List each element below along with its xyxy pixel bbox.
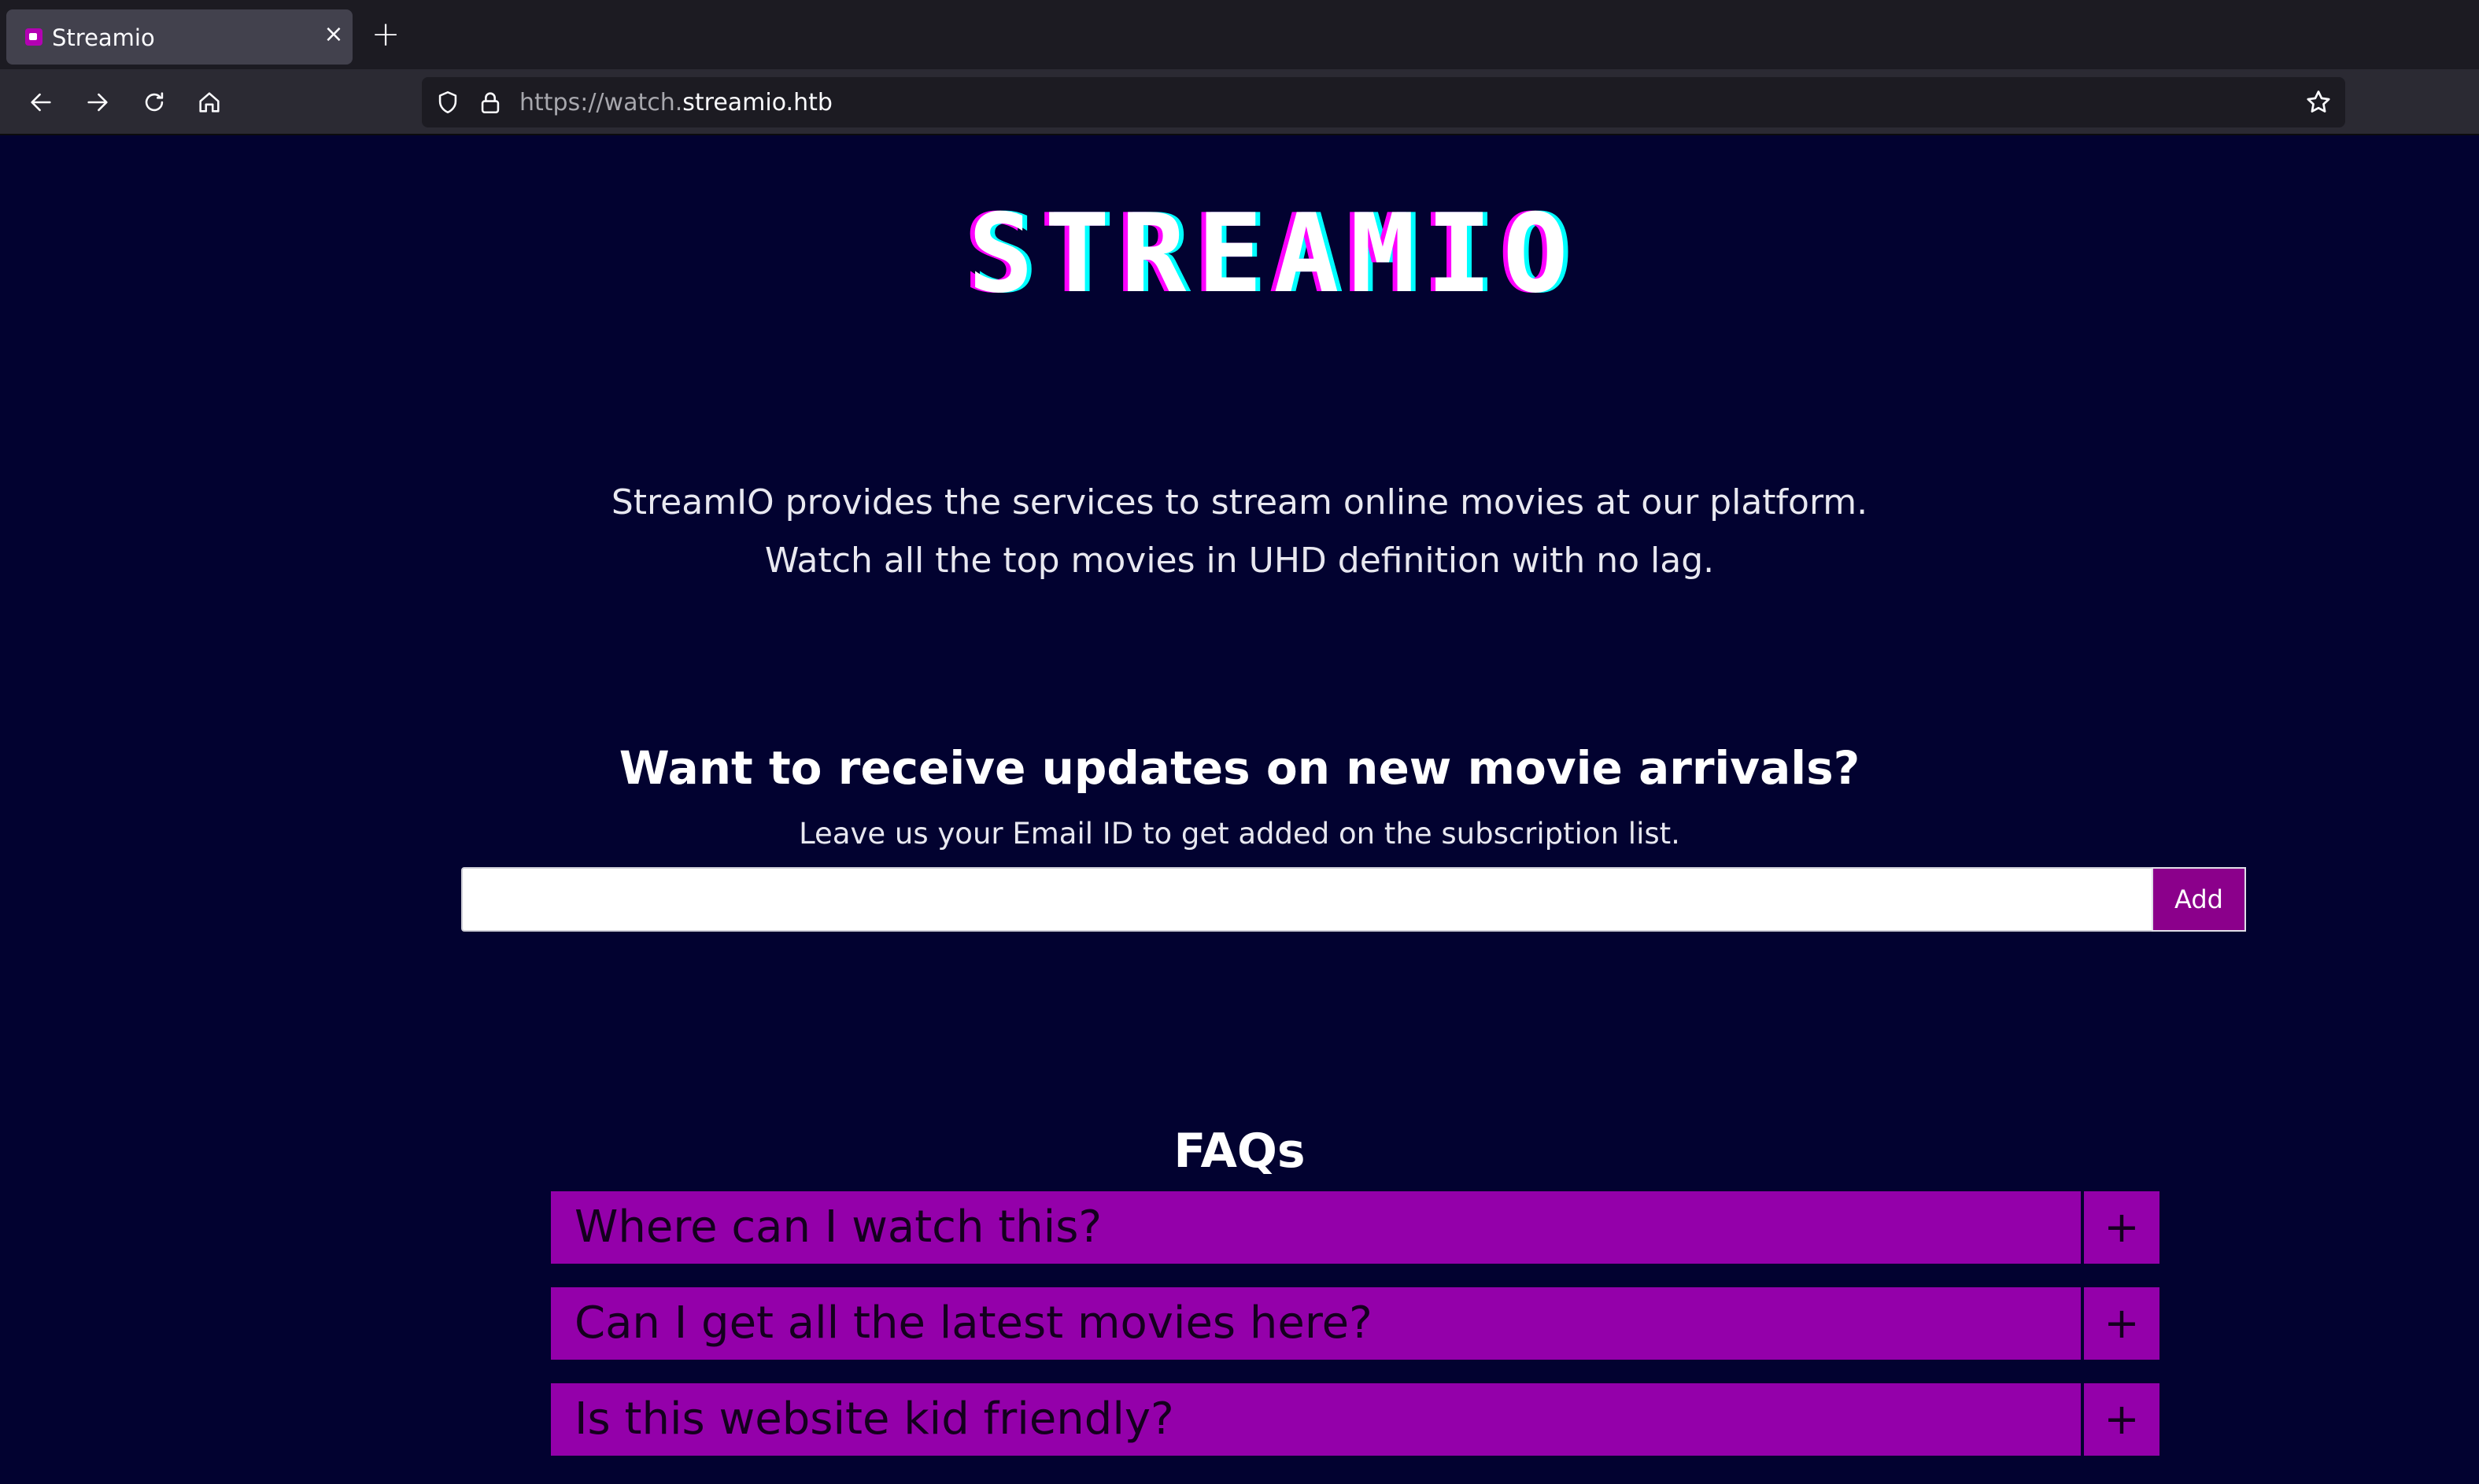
- subscribe-subheading: Leave us your Email ID to get added on t…: [799, 817, 1680, 851]
- subscribe-heading: Want to receive updates on new movie arr…: [619, 741, 1860, 795]
- back-button[interactable]: [24, 85, 58, 120]
- site-favicon-icon: [25, 28, 42, 46]
- home-button[interactable]: [192, 85, 227, 120]
- intro-line-2: Watch all the top movies in UHD definiti…: [764, 541, 1715, 581]
- faq-item-2[interactable]: Can I get all the latest movies here? +: [551, 1287, 2159, 1360]
- forward-arrow-icon: [87, 93, 108, 112]
- back-arrow-icon: [31, 93, 51, 112]
- faq-question[interactable]: Is this website kid friendly?: [551, 1383, 2081, 1456]
- faq-question[interactable]: Where can I watch this?: [551, 1191, 2081, 1264]
- reload-button[interactable]: [137, 85, 172, 120]
- url-host: streamio.htb: [682, 89, 833, 116]
- tab-close-button[interactable]: ×: [320, 20, 348, 49]
- browser-tab-streamio[interactable]: Streamio ×: [6, 9, 353, 65]
- intro-line-1: StreamIO provides the services to stream…: [611, 482, 1868, 522]
- shield-icon[interactable]: [434, 89, 461, 116]
- streamio-page: STREAMIO StreamIO provides the services …: [0, 135, 2479, 1484]
- reload-icon: [145, 92, 164, 112]
- email-field[interactable]: [461, 867, 2155, 932]
- forward-button[interactable]: [80, 85, 115, 120]
- logo-text: STREAMIO: [968, 190, 1579, 317]
- new-tab-button[interactable]: +: [368, 17, 403, 52]
- lock-icon[interactable]: [477, 89, 504, 116]
- browser-tab-bar: Streamio × +: [0, 0, 2479, 69]
- faq-item-3[interactable]: Is this website kid friendly? +: [551, 1383, 2159, 1456]
- intro-text: StreamIO provides the services to stream…: [0, 474, 2479, 590]
- faq-heading: FAQs: [1173, 1124, 1306, 1179]
- faq-expand-button[interactable]: +: [2084, 1383, 2159, 1456]
- add-email-button[interactable]: Add: [2152, 867, 2246, 932]
- faq-item-1[interactable]: Where can I watch this? +: [551, 1191, 2159, 1264]
- bookmark-star-icon[interactable]: [2304, 88, 2333, 116]
- faq-expand-button[interactable]: +: [2084, 1191, 2159, 1264]
- url-text[interactable]: https://watch.streamio.htb: [519, 89, 833, 116]
- browser-nav-bar: https://watch.streamio.htb: [0, 69, 2479, 135]
- tab-title: Streamio: [52, 24, 155, 51]
- faq-question[interactable]: Can I get all the latest movies here?: [551, 1287, 2081, 1360]
- address-bar[interactable]: https://watch.streamio.htb: [422, 77, 2345, 127]
- streamio-logo: STREAMIO: [968, 187, 1739, 321]
- home-icon: [199, 92, 220, 113]
- url-scheme-subdomain: https://watch.: [519, 89, 683, 116]
- faq-expand-button[interactable]: +: [2084, 1287, 2159, 1360]
